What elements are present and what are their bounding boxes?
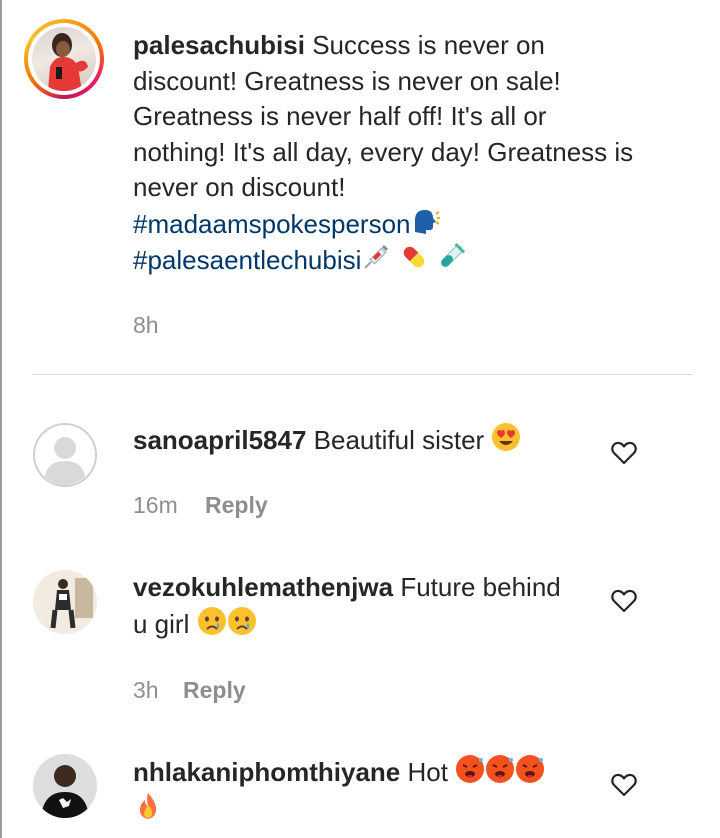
reply-button[interactable]: Reply [205, 492, 268, 519]
hot-face-emoji [456, 755, 485, 783]
hashtag-link[interactable]: #madaamspokesperson [133, 209, 411, 239]
reply-button[interactable]: Reply [183, 677, 246, 704]
comment-avatar[interactable] [33, 570, 97, 634]
crying-face-emoji [197, 606, 226, 635]
syringe-emoji [364, 244, 389, 269]
default-avatar-icon [33, 423, 97, 487]
commenter-photo [33, 570, 97, 634]
post-caption: palesachubisi Success is never on discou… [133, 28, 693, 279]
comment-text: nhlakaniphomthiyane Hot [133, 754, 593, 827]
post-author-avatar[interactable] [24, 19, 104, 99]
post-timestamp: 8h [133, 312, 159, 338]
hot-face-emoji [486, 755, 515, 783]
comment-body: u girl [133, 608, 190, 639]
caption-line: Greatness is never half off! It's all or [133, 101, 547, 131]
comment-body: Hot [407, 757, 448, 787]
comment-body: Future behind [400, 572, 561, 602]
window-edge [0, 0, 2, 838]
caption-first: Success is never on [312, 30, 545, 60]
like-comment-heart-icon[interactable] [610, 771, 638, 799]
fire-emoji [139, 792, 157, 819]
comment-avatar-default[interactable] [33, 423, 97, 487]
comment-text: vezokuhlemathenjwa Future behind u girl [133, 570, 593, 642]
like-comment-heart-icon[interactable] [610, 587, 638, 615]
test-tube-emoji [440, 242, 466, 268]
pill-emoji [403, 246, 424, 268]
comment-timestamp: 16m [133, 492, 178, 518]
caption-line: discount! Greatness is never on sale! [133, 65, 561, 96]
caption-divider [33, 374, 693, 375]
heart-eyes-emoji [492, 423, 521, 451]
comment-avatar[interactable] [33, 754, 97, 818]
comment-body: Beautiful sister [313, 425, 485, 455]
like-comment-heart-icon[interactable] [610, 439, 638, 467]
author-photo [32, 27, 96, 91]
comment-text: sanoapril5847 Beautiful sister [133, 422, 593, 459]
post-username[interactable]: palesachubisi [133, 30, 305, 60]
commenter-photo [33, 754, 97, 818]
comment-username[interactable]: sanoapril5847 [133, 425, 306, 455]
crying-face-emoji [227, 606, 256, 635]
caption-line: nothing! It's all day, every day! Greatn… [133, 136, 634, 167]
speaking-head-emoji [414, 209, 440, 234]
hot-face-emoji [516, 755, 545, 783]
comment-username[interactable]: vezokuhlemathenjwa [133, 572, 393, 602]
hashtag-link[interactable]: #palesaentlechubisi [133, 245, 361, 275]
comment-username[interactable]: nhlakaniphomthiyane [133, 757, 400, 787]
caption-line: never on discount! [133, 172, 346, 202]
comment-timestamp: 3h [133, 677, 159, 703]
